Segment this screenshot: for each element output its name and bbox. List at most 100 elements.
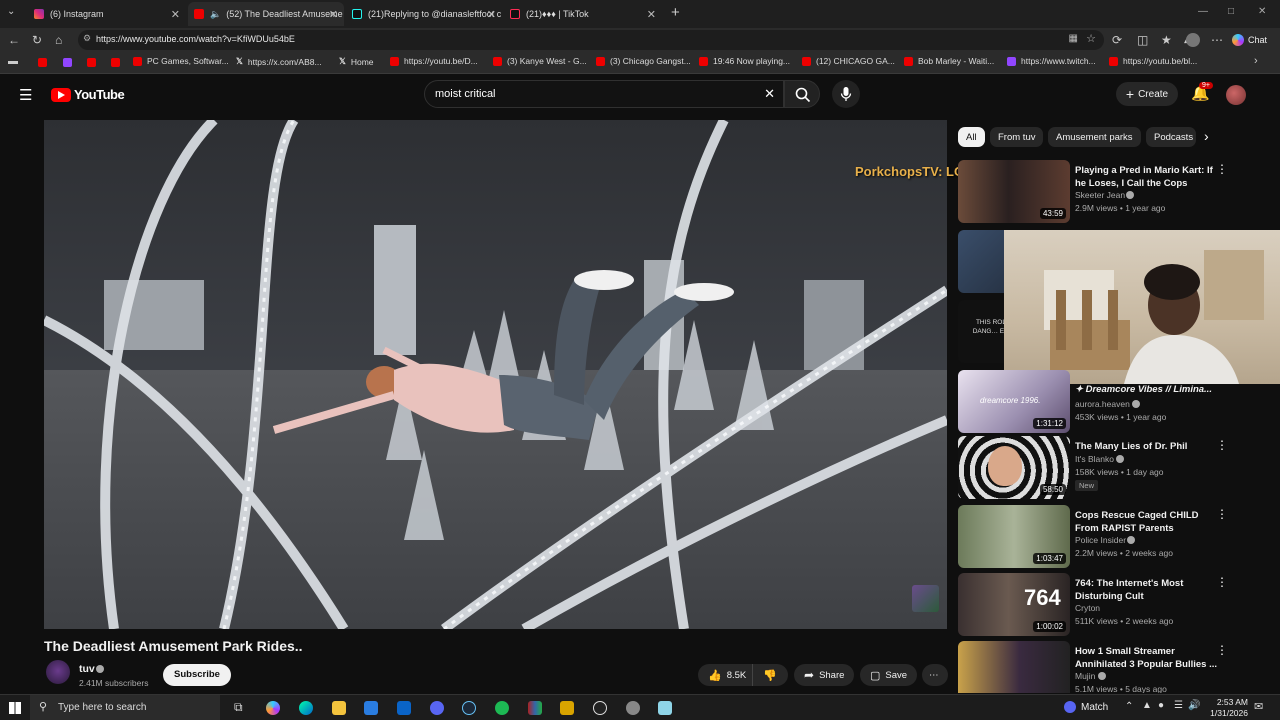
channel-name[interactable]: Cryton (1075, 603, 1100, 613)
notification-center-icon[interactable]: ✉ (1254, 700, 1263, 713)
obs-icon[interactable] (593, 701, 607, 715)
tab-tiktok-reply[interactable]: (21)Replying to @dianasleftfoot c ✕ (346, 2, 502, 26)
video-thumbnail[interactable]: 43:59 (958, 160, 1070, 223)
back-icon[interactable]: ← (8, 33, 20, 47)
save-button[interactable]: ▢ Save (860, 664, 918, 686)
bookmark-item[interactable]: (3) Chicago Gangst... (596, 56, 691, 66)
account-avatar[interactable] (1226, 85, 1246, 105)
more-options-icon[interactable]: ⋯ (1211, 33, 1223, 47)
close-window-icon[interactable]: ✕ (1258, 6, 1266, 17)
video-thumbnail[interactable]: 58:50 (958, 436, 1070, 499)
youtube-logo[interactable]: YouTube (51, 87, 125, 102)
file-explorer-icon[interactable] (332, 701, 346, 715)
bookmark-youtube-icon[interactable] (111, 58, 120, 67)
bookmark-item[interactable]: Bob Marley - Waiti... (904, 56, 994, 66)
tab-tiktok[interactable]: (21)♦♦♦ | TikTok ✕ (504, 2, 662, 26)
weather-widget[interactable]: Match (1064, 701, 1108, 713)
recommendation-item[interactable]: How 1 Small Streamer Annihilated 3 Popul… (958, 641, 1270, 693)
task-view-icon[interactable]: ⧉ (234, 700, 243, 715)
copilot-chat-button[interactable]: Chat (1232, 31, 1267, 49)
close-tab-icon[interactable]: ✕ (487, 8, 496, 21)
voice-search-button[interactable] (832, 80, 860, 108)
recommendation-item[interactable]: dreamcore 1996. 1:31:12 ✦ Dreamcore Vibe… (958, 370, 1270, 434)
channel-avatar[interactable] (46, 660, 70, 684)
reload-icon[interactable]: ↻ (32, 33, 42, 47)
recommendation-item[interactable]: 58:50 The Many Lies of Dr. Phil It's Bla… (958, 436, 1270, 500)
clear-search-icon[interactable]: ✕ (764, 86, 775, 102)
more-actions-button[interactable]: ⋯ (922, 664, 948, 686)
recommendation-item[interactable]: 43:59 Playing a Pred in Mario Kart: If h… (958, 160, 1270, 224)
speaker-icon[interactable]: 🔈 (210, 9, 221, 20)
refresh-extension-icon[interactable]: ⟳ (1112, 33, 1122, 47)
home-icon[interactable]: ⌂ (55, 33, 62, 47)
create-button[interactable]: + Create (1116, 82, 1178, 106)
video-thumbnail[interactable] (958, 641, 1070, 693)
video-title[interactable]: 764: The Internet's Most Disturbing Cult (1075, 577, 1215, 603)
profile-avatar[interactable] (1186, 33, 1200, 47)
video-title[interactable]: Cops Rescue Caged CHILD From RAPIST Pare… (1075, 509, 1215, 535)
more-actions-icon[interactable]: ⋮ (1216, 507, 1228, 521)
taskbar-search-box[interactable]: ⚲ Type here to search (30, 695, 220, 720)
notepad-icon[interactable] (658, 701, 672, 715)
channel-name[interactable]: tuv (79, 663, 95, 675)
new-tab-button[interactable]: + (671, 4, 680, 21)
system-tray-chevron-icon[interactable]: ⌃ (1125, 701, 1133, 712)
search-input[interactable]: moist critical ✕ (424, 80, 784, 108)
site-info-icon[interactable]: ⚙ (83, 33, 91, 44)
bookmark-item[interactable]: (12) CHICAGO GA... (802, 56, 895, 66)
wifi-icon[interactable]: ☰ (1174, 700, 1183, 711)
sidebar-toggle-icon[interactable]: ▬ (8, 56, 18, 67)
channel-name[interactable]: Skeeter Jean (1075, 190, 1125, 200)
bookmark-item[interactable]: 𝕏 Home (339, 56, 374, 67)
microphone-icon[interactable]: ● (1158, 700, 1164, 711)
search-button[interactable] (784, 80, 820, 108)
clock[interactable]: 2:53 AM 1/31/2026 (1204, 697, 1248, 719)
channel-name[interactable]: Mujin (1075, 671, 1095, 681)
settings-gear-icon[interactable] (626, 701, 640, 715)
menu-icon[interactable]: ☰ (19, 86, 32, 104)
edge-icon[interactable] (299, 701, 313, 715)
steam-icon[interactable] (462, 701, 476, 715)
chip-from-tuv[interactable]: From tuv (990, 127, 1044, 147)
more-actions-icon[interactable]: ⋮ (1216, 575, 1228, 589)
copilot-icon[interactable] (266, 701, 280, 715)
bookmark-youtube-icon[interactable] (38, 58, 47, 67)
favorites-icon[interactable]: ★ (1161, 33, 1172, 47)
bookmark-item[interactable]: 19:46 Now playing... (699, 56, 790, 66)
close-tab-icon[interactable]: ✕ (171, 8, 180, 21)
outlook-icon[interactable] (397, 701, 411, 715)
more-actions-icon[interactable]: ⋮ (1216, 162, 1228, 176)
bookmark-item[interactable]: https://youtu.be/bl... (1109, 56, 1197, 66)
channel-watermark-icon[interactable] (912, 585, 939, 612)
bookmark-item[interactable]: PC Games, Softwar... (133, 56, 229, 66)
windows-start-icon[interactable] (9, 702, 21, 714)
video-title[interactable]: The Many Lies of Dr. Phil (1075, 440, 1215, 453)
subscribe-button[interactable]: Subscribe (163, 664, 231, 686)
bookmark-item[interactable]: https://www.twitch... (1007, 56, 1096, 66)
chip-podcasts[interactable]: Podcasts (1146, 127, 1196, 147)
app-install-icon[interactable]: ▦ (1069, 33, 1078, 44)
video-player[interactable] (44, 120, 947, 629)
video-title[interactable]: ✦ Dreamcore Vibes // Limina... (1075, 383, 1225, 396)
favorite-star-icon[interactable]: ☆ (1086, 32, 1096, 45)
more-actions-icon[interactable]: ⋮ (1216, 438, 1228, 452)
channel-name[interactable]: aurora.heaven (1075, 399, 1130, 409)
chip-amusement-parks[interactable]: Amusement parks (1048, 127, 1141, 147)
chips-next-chevron-icon[interactable]: › (1204, 128, 1209, 144)
split-screen-icon[interactable]: ◫ (1137, 33, 1148, 47)
recommendation-item[interactable]: 764 1:00:02 764: The Internet's Most Dis… (958, 573, 1270, 637)
channel-name[interactable]: Police Insider (1075, 535, 1126, 545)
tab-youtube[interactable]: 🔈 (52) The Deadliest Amuseme ✕ (188, 2, 344, 26)
channel-name[interactable]: It's Blanko (1075, 454, 1114, 464)
like-button[interactable]: 👍 8.5K (698, 664, 752, 686)
winrar-icon[interactable] (528, 701, 542, 715)
close-tab-icon[interactable]: ✕ (329, 8, 338, 21)
store-icon[interactable] (364, 701, 378, 715)
url-field[interactable]: ⚙ https://www.youtube.com/watch?v=KfiWDU… (78, 30, 1104, 50)
video-title[interactable]: Playing a Pred in Mario Kart: If he Lose… (1075, 164, 1215, 190)
more-actions-icon[interactable]: ⋮ (1216, 643, 1228, 657)
maximize-icon[interactable]: □ (1228, 6, 1234, 17)
video-title[interactable]: How 1 Small Streamer Annihilated 3 Popul… (1075, 645, 1225, 671)
spotify-icon[interactable] (495, 701, 509, 715)
discord-icon[interactable] (430, 701, 444, 715)
